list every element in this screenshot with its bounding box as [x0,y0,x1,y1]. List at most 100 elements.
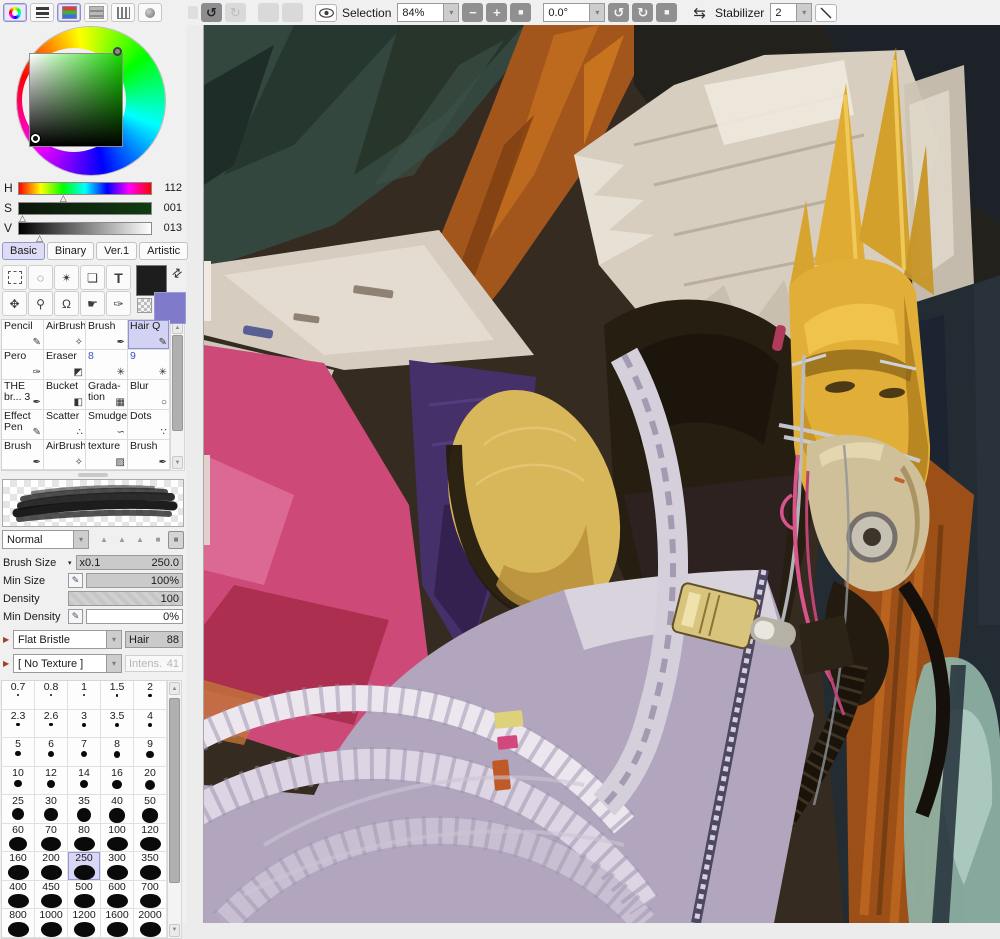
brush-preset-airbrush[interactable]: AirBrush ✧ [44,440,86,470]
brush-preset-grada-tion[interactable]: Grada-tion ▦ [86,380,128,410]
brush-size-600[interactable]: 600 [101,880,134,909]
shape-select-tool[interactable]: ❏ [80,265,105,290]
swap-colors-icon[interactable]: ⇄ [169,264,186,281]
brush-size-1000[interactable]: 1000 [35,909,68,938]
zoom-reset-button[interactable]: ■ [510,3,532,22]
texture-select[interactable]: [ No Texture ] ▾ [13,654,122,673]
line-tool-button[interactable] [815,3,838,22]
brush-size-700[interactable]: 700 [134,880,167,909]
tab-basic[interactable]: Basic [2,242,45,260]
brush-size-0.8[interactable]: 0.8 [35,681,68,710]
dropdown-icon[interactable]: ▾ [106,631,121,648]
rotate-canvas-tool[interactable]: Ω [54,291,79,316]
rgb-sliders-panel-button[interactable] [57,3,81,22]
brush-size-50[interactable]: 50 [134,795,167,824]
brush-size-3.5[interactable]: 3.5 [101,709,134,738]
canvas-angle-select[interactable]: 0.0° ▾ [543,3,606,22]
brush-size-100[interactable]: 100 [101,823,134,852]
value-slider[interactable]: △ [18,221,152,242]
color-wheel-panel-button[interactable] [3,3,27,22]
brush-size-1[interactable]: 1 [68,681,101,710]
brush-preset-texture[interactable]: texture ▨ [86,440,128,470]
hand-tool[interactable]: ☛ [80,291,105,316]
brush-preset-brush[interactable]: Brush ✒ [128,440,170,470]
min-density-pressure-toggle[interactable]: ✎ [68,609,83,624]
min-size-pressure-toggle[interactable]: ✎ [68,573,83,588]
brush-preset-brush[interactable]: Brush ✒ [2,440,44,470]
hue-cursor[interactable] [113,47,122,56]
brush-size-16[interactable]: 16 [101,766,134,795]
invert-selection-button[interactable] [282,3,303,22]
bristle-type-select[interactable]: Flat Bristle ▾ [13,630,122,649]
zoom-tool[interactable]: ⚲ [28,291,53,316]
swatch-panel-button[interactable] [138,3,162,22]
brush-preset-the-br-3[interactable]: THE br... 3 ✒ [2,380,44,410]
brush-preset-8[interactable]: 8 ✳ [86,350,128,380]
brush-size-2[interactable]: 2 [134,681,167,710]
lines-panel-button[interactable] [30,3,54,22]
brush-edge-button-0[interactable]: ▲ [96,531,112,549]
brush-size-25[interactable]: 25 [2,795,35,824]
brush-preset-blur[interactable]: Blur ○ [128,380,170,410]
lasso-tool[interactable]: ◌ [28,265,53,290]
brush-size-120[interactable]: 120 [134,823,167,852]
brush-size-30[interactable]: 30 [35,795,68,824]
brush-size-70[interactable]: 70 [35,823,68,852]
hsv-sliders-panel-button[interactable] [84,3,108,22]
brush-size-9[interactable]: 9 [134,738,167,767]
brush-edge-button-2[interactable]: ▲ [132,531,148,549]
dropdown-icon[interactable]: ▾ [106,655,121,672]
saturation-value-square[interactable] [29,53,123,147]
scrollbar-thumb[interactable] [172,335,183,431]
brush-edge-button-1[interactable]: ▲ [114,531,130,549]
scroll-up-icon[interactable]: ▲ [169,682,180,695]
brush-size-40[interactable]: 40 [101,795,134,824]
zoom-out-button[interactable]: − [462,3,484,22]
tab-binary[interactable]: Binary [46,242,95,260]
brush-preset-dots[interactable]: Dots ∵ [128,410,170,440]
brush-edge-button-3[interactable]: ■ [150,531,166,549]
brush-preset-bucket[interactable]: Bucket ◧ [44,380,86,410]
brush-preset-pencil[interactable]: Pencil ✎ [2,320,44,350]
min-density-slider[interactable]: 0% [86,609,183,624]
hue-slider[interactable]: △ [18,181,152,202]
expand-arrow-icon[interactable]: ▶ [3,635,10,644]
expand-arrow-icon[interactable]: ▶ [3,659,10,668]
preset-scrollbar[interactable]: ▲ ▼ [170,319,185,471]
brush-size-4[interactable]: 4 [134,709,167,738]
marquee-tool[interactable] [2,265,27,290]
dropdown-icon[interactable]: ▾ [589,4,605,21]
brush-size-2.6[interactable]: 2.6 [35,709,68,738]
brush-preset-brush[interactable]: Brush ✒ [86,320,128,350]
brush-size-400[interactable]: 400 [2,880,35,909]
saturation-slider[interactable]: △ [18,201,152,222]
brush-size-350[interactable]: 350 [134,852,167,881]
sv-cursor[interactable] [31,134,40,143]
blend-mode-select[interactable]: Normal ▾ [2,530,89,549]
min-size-slider[interactable]: 100% [86,573,183,588]
brush-size-800[interactable]: 800 [2,909,35,938]
rotate-cw-button[interactable]: ↻ [632,3,654,22]
brush-size-1.5[interactable]: 1.5 [101,681,134,710]
tab-artistic[interactable]: Artistic [139,242,189,260]
brush-preset-airbrush[interactable]: AirBrush ✧ [44,320,86,350]
brush-size-7[interactable]: 7 [68,738,101,767]
color-wheel[interactable] [0,26,186,176]
brush-size-250[interactable]: 250 [68,852,101,881]
flip-horizontal-icon[interactable]: ⇆ [693,4,706,22]
stabilizer-select[interactable]: 2 ▾ [770,3,813,22]
brush-preset-pero[interactable]: Pero ✑ [2,350,44,380]
brush-size-160[interactable]: 160 [2,852,35,881]
zoom-in-button[interactable]: + [486,3,508,22]
redo-button[interactable]: ↻ [225,3,246,22]
brush-size-20[interactable]: 20 [134,766,167,795]
dropdown-icon[interactable]: ▾ [443,4,459,21]
selection-visibility-button[interactable] [315,3,337,22]
brush-size-60[interactable]: 60 [2,823,35,852]
brush-preset-9[interactable]: 9 ✳ [128,350,170,380]
brush-size-80[interactable]: 80 [68,823,101,852]
scroll-down-icon[interactable]: ▼ [172,456,183,469]
brush-size-2.3[interactable]: 2.3 [2,709,35,738]
painting-canvas[interactable] [203,25,1000,923]
dropdown-icon[interactable]: ▾ [796,4,812,21]
